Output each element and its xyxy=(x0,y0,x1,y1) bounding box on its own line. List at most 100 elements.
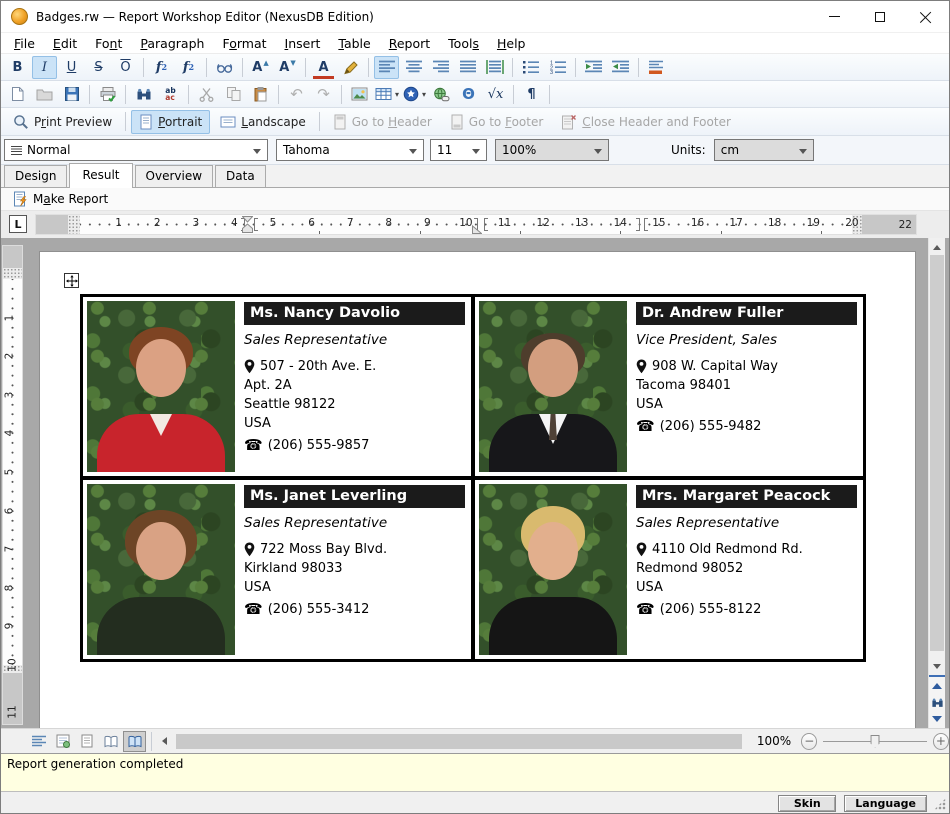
insert-table-button[interactable]: ▾ xyxy=(374,83,400,106)
badge-address-line[interactable]: Redmond 98052 xyxy=(636,559,857,578)
menu-item[interactable]: Table xyxy=(329,34,379,53)
zoom-combobox[interactable]: 100% xyxy=(495,139,609,161)
make-report-button[interactable]: Make Report xyxy=(7,190,114,208)
print-layout-view-button[interactable] xyxy=(75,731,98,752)
underline-button[interactable]: U xyxy=(59,56,84,79)
zoom-slider-thumb[interactable] xyxy=(871,735,880,748)
badge-address-line[interactable]: Apt. 2A xyxy=(244,376,465,395)
shrink-font-button[interactable]: A▼ xyxy=(275,56,300,79)
find-button[interactable] xyxy=(131,83,156,106)
grow-font-button[interactable]: A▲ xyxy=(248,56,273,79)
menu-item[interactable]: File xyxy=(5,34,44,53)
insert-symbol-button[interactable]: ▾ xyxy=(402,83,427,106)
open-button[interactable] xyxy=(32,83,57,106)
badge-name[interactable]: Ms. Janet Leverling xyxy=(244,485,465,508)
select-browse-object-button[interactable] xyxy=(929,694,945,711)
redo-button[interactable]: ↷ xyxy=(311,83,336,106)
badge-phone-line[interactable]: ☎ (206) 555-9857 xyxy=(244,436,465,455)
show-paragraph-marks-button[interactable]: ¶ xyxy=(519,83,544,106)
insert-theta-button[interactable]: Θ xyxy=(456,83,481,106)
paste-button[interactable] xyxy=(248,83,273,106)
italic-button[interactable]: I xyxy=(32,56,57,79)
badge-card[interactable]: Ms. Nancy Davolio Sales Representative 5… xyxy=(81,295,473,478)
badge-card[interactable]: Dr. Andrew Fuller Vice President, Sales … xyxy=(473,295,865,478)
table-move-handle[interactable] xyxy=(64,273,79,288)
save-button[interactable] xyxy=(59,83,84,106)
font-color-button[interactable]: A xyxy=(311,56,336,79)
badge-address-line[interactable]: 908 W. Capital Way xyxy=(636,357,857,376)
ruler-table-handle[interactable] xyxy=(68,215,80,234)
subscript-button[interactable]: f2 xyxy=(149,56,174,79)
badge-job-title[interactable]: Sales Representative xyxy=(244,332,465,348)
skin-button[interactable]: Skin xyxy=(778,795,836,812)
print-preview-button[interactable]: Print Preview xyxy=(5,110,120,134)
badge-info[interactable]: Mrs. Margaret Peacock Sales Representati… xyxy=(627,484,859,655)
strikethrough-button[interactable]: S xyxy=(86,56,111,79)
minimize-button[interactable] xyxy=(811,1,857,33)
badge-address-line[interactable]: Kirkland 98033 xyxy=(244,559,465,578)
badge-info[interactable]: Ms. Nancy Davolio Sales Representative 5… xyxy=(235,301,467,472)
badge-info[interactable]: Dr. Andrew Fuller Vice President, Sales … xyxy=(627,301,859,472)
employee-photo[interactable] xyxy=(479,484,627,655)
readability-glasses-button[interactable] xyxy=(212,56,237,79)
indent-marker[interactable] xyxy=(242,216,253,233)
badge-job-title[interactable]: Sales Representative xyxy=(244,515,465,531)
bullet-list-button[interactable] xyxy=(518,56,543,79)
tab-data[interactable]: Data xyxy=(215,165,266,187)
badge-job-title[interactable]: Vice President, Sales xyxy=(636,332,857,348)
zoom-slider[interactable] xyxy=(823,733,926,750)
cell-boundary-marker[interactable] xyxy=(644,218,648,231)
insert-image-button[interactable] xyxy=(347,83,372,106)
menu-item[interactable]: Tools xyxy=(439,34,488,53)
language-button[interactable]: Language xyxy=(844,795,927,812)
cell-boundary-marker[interactable] xyxy=(254,218,258,231)
highlight-button[interactable] xyxy=(338,56,363,79)
book-view-button[interactable] xyxy=(123,731,146,752)
badge-address-line[interactable]: USA xyxy=(636,578,857,597)
align-right-button[interactable] xyxy=(428,56,453,79)
insert-hyperlink-button[interactable] xyxy=(429,83,454,106)
menu-item[interactable]: Help xyxy=(488,34,535,53)
font-size-combobox[interactable]: 11 xyxy=(430,139,487,161)
menu-item[interactable]: Paragraph xyxy=(131,34,213,53)
close-button[interactable] xyxy=(903,1,949,33)
badge-job-title[interactable]: Sales Representative xyxy=(636,515,857,531)
badge-address-line[interactable]: 722 Moss Bay Blvd. xyxy=(244,540,465,559)
badge-address-line[interactable]: USA xyxy=(244,414,465,433)
undo-button[interactable]: ↶ xyxy=(284,83,309,106)
badge-phone-line[interactable]: ☎ (206) 555-3412 xyxy=(244,600,465,619)
increase-indent-button[interactable] xyxy=(608,56,633,79)
align-left-button[interactable] xyxy=(374,56,399,79)
right-indent-marker[interactable] xyxy=(472,222,482,234)
tab-design[interactable]: Design xyxy=(4,165,67,187)
badge-name[interactable]: Dr. Andrew Fuller xyxy=(636,302,857,325)
superscript-button[interactable]: f2 xyxy=(176,56,201,79)
scroll-track[interactable] xyxy=(929,255,945,658)
badge-address-line[interactable]: 507 - 20th Ave. E. xyxy=(244,357,465,376)
previous-object-button[interactable] xyxy=(929,677,945,694)
justify-wide-button[interactable] xyxy=(482,56,507,79)
badge-address-line[interactable]: USA xyxy=(636,395,857,414)
style-combobox[interactable]: Normal xyxy=(4,139,268,161)
vertical-scrollbar[interactable] xyxy=(928,238,945,728)
copy-button[interactable] xyxy=(221,83,246,106)
tab-stop-selector[interactable]: L xyxy=(9,215,27,233)
new-document-button[interactable] xyxy=(5,83,30,106)
employee-photo[interactable] xyxy=(479,301,627,472)
badge-address-line[interactable]: 4110 Old Redmond Rd. xyxy=(636,540,857,559)
badge-card[interactable]: Ms. Janet Leverling Sales Representative… xyxy=(81,478,473,661)
cut-button[interactable] xyxy=(194,83,219,106)
employee-photo[interactable] xyxy=(87,484,235,655)
scroll-up-button[interactable] xyxy=(929,238,945,255)
bold-button[interactable]: B xyxy=(5,56,30,79)
print-button[interactable] xyxy=(95,83,120,106)
maximize-button[interactable] xyxy=(857,1,903,33)
badge-card[interactable]: Mrs. Margaret Peacock Sales Representati… xyxy=(473,478,865,661)
paragraph-background-button[interactable] xyxy=(644,56,669,79)
menu-item[interactable]: Edit xyxy=(44,34,86,53)
close-header-footer-button[interactable]: Close Header and Footer xyxy=(553,110,739,134)
tab-result[interactable]: Result xyxy=(69,163,132,188)
badge-info[interactable]: Ms. Janet Leverling Sales Representative… xyxy=(235,484,467,655)
insert-equation-button[interactable]: √x xyxy=(483,83,508,106)
tab-overview[interactable]: Overview xyxy=(135,165,214,187)
